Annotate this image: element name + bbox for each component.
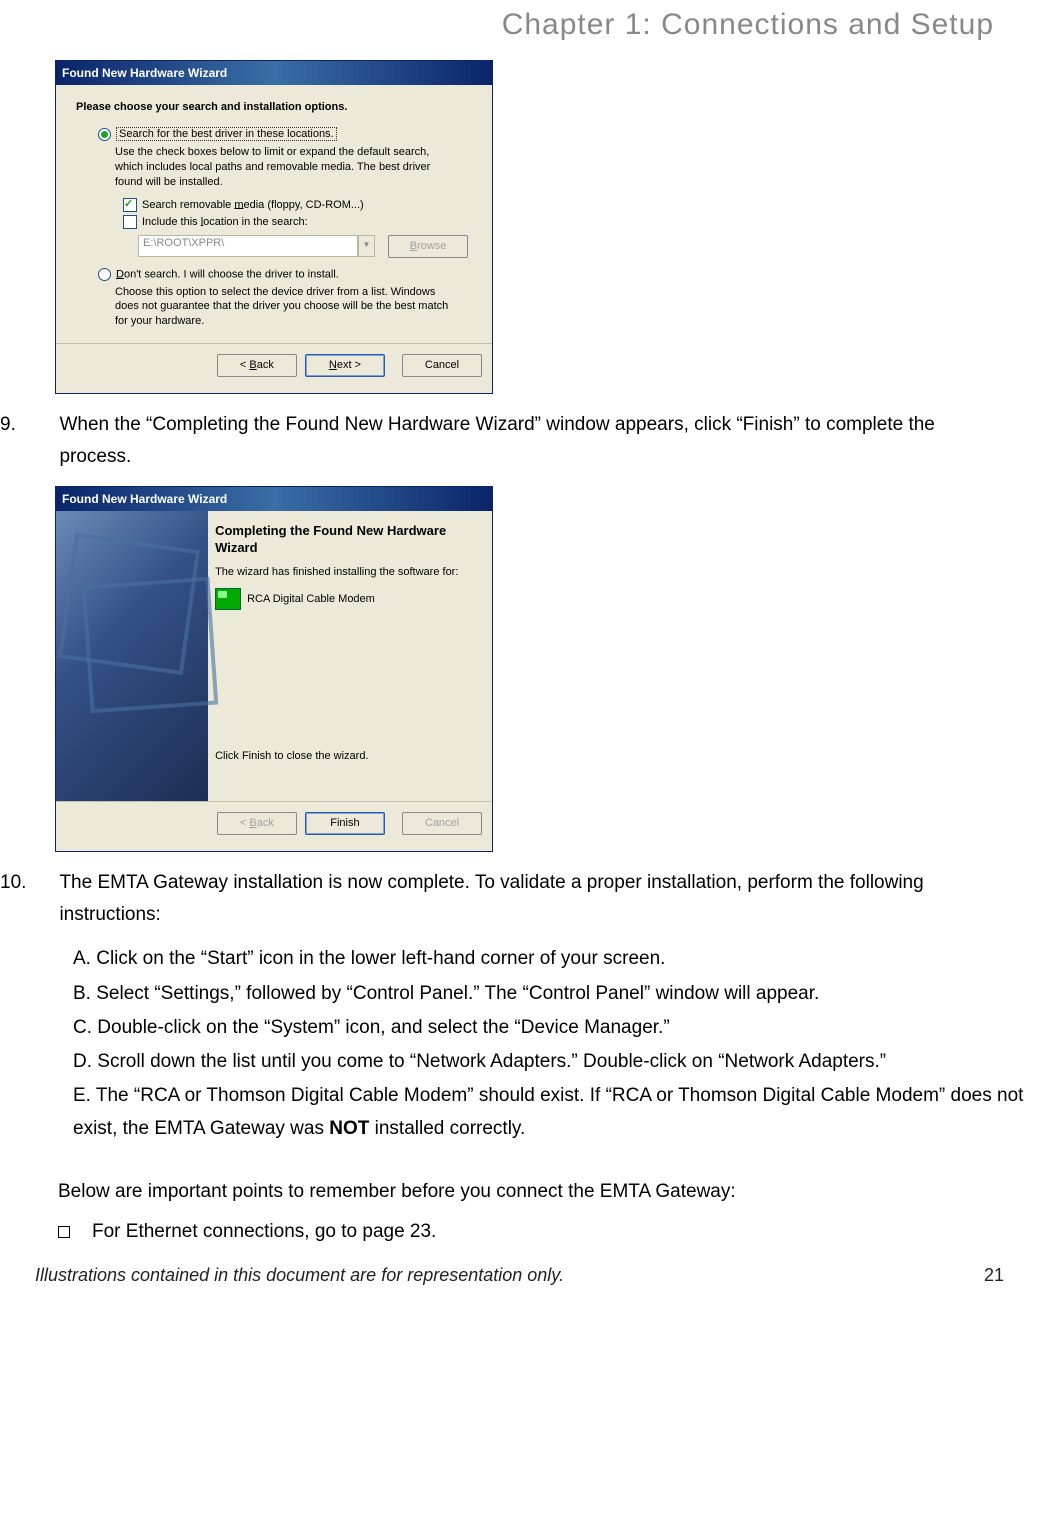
back-button: < Back xyxy=(217,812,297,835)
wizard-side-graphic xyxy=(56,511,208,801)
note-line: Below are important points to remember b… xyxy=(58,1181,1024,1203)
radio-dont-search-desc: Choose this option to select the device … xyxy=(115,285,460,330)
square-bullet-icon xyxy=(58,1226,70,1238)
step-number-9: 9. xyxy=(0,409,40,441)
step-text-10: The EMTA Gateway installation is now com… xyxy=(59,867,999,932)
radio-search-desc: Use the check boxes below to limit or ex… xyxy=(115,145,460,190)
path-input: E:\ROOT\XPPR\ xyxy=(138,235,358,257)
next-button[interactable]: Next > xyxy=(305,354,385,377)
chapter-title: Chapter 1: Connections and Setup xyxy=(0,8,994,42)
step-text-9: When the “Completing the Found New Hardw… xyxy=(59,409,999,474)
checkbox-icon xyxy=(123,198,137,212)
checkbox-icon xyxy=(123,215,137,229)
cancel-button: Cancel xyxy=(402,812,482,835)
complete-subtext: The wizard has finished installing the s… xyxy=(215,566,485,578)
page-number: 21 xyxy=(984,1265,1004,1286)
back-button[interactable]: < Back xyxy=(217,354,297,377)
cancel-button[interactable]: Cancel xyxy=(402,354,482,377)
substep-a: A. Click on the “Start” icon in the lowe… xyxy=(73,943,1024,975)
device-row: RCA Digital Cable Modem xyxy=(215,588,485,610)
dialog-titlebar: Found New Hardware Wizard xyxy=(56,487,492,511)
substep-e: E. The “RCA or Thomson Digital Cable Mod… xyxy=(73,1080,1024,1145)
radio-dont-search[interactable]: Don't search. I will choose the driver t… xyxy=(98,268,470,281)
radio-icon xyxy=(98,268,111,281)
radio-search-best[interactable]: Search for the best driver in these loca… xyxy=(98,128,470,141)
substep-c: C. Double-click on the “System” icon, an… xyxy=(73,1012,1024,1044)
wizard-dialog-search: Found New Hardware Wizard Please choose … xyxy=(55,60,493,394)
page-footer: Illustrations contained in this document… xyxy=(35,1265,1004,1286)
finish-button[interactable]: Finish xyxy=(305,812,385,835)
radio-icon xyxy=(98,128,111,141)
substep-b: B. Select “Settings,” followed by “Contr… xyxy=(73,978,1024,1010)
wizard-dialog-complete: Found New Hardware Wizard Completing the… xyxy=(55,486,493,852)
dropdown-icon: ▼ xyxy=(358,235,375,257)
device-icon xyxy=(215,588,241,610)
check-removable-media[interactable]: Search removable media (floppy, CD-ROM..… xyxy=(123,198,470,212)
click-finish-text: Click Finish to close the wizard. xyxy=(215,750,485,762)
step-number-10: 10. xyxy=(0,867,40,899)
complete-heading: Completing the Found New Hardware Wizard xyxy=(215,523,485,557)
bullet-ethernet: For Ethernet connections, go to page 23. xyxy=(58,1221,1024,1243)
dialog-instruction: Please choose your search and installati… xyxy=(56,85,492,123)
substep-d: D. Scroll down the list until you come t… xyxy=(73,1046,1024,1078)
browse-button[interactable]: Browse xyxy=(388,235,468,258)
dialog-titlebar: Found New Hardware Wizard xyxy=(56,61,492,85)
check-include-location[interactable]: Include this location in the search: xyxy=(123,215,470,229)
